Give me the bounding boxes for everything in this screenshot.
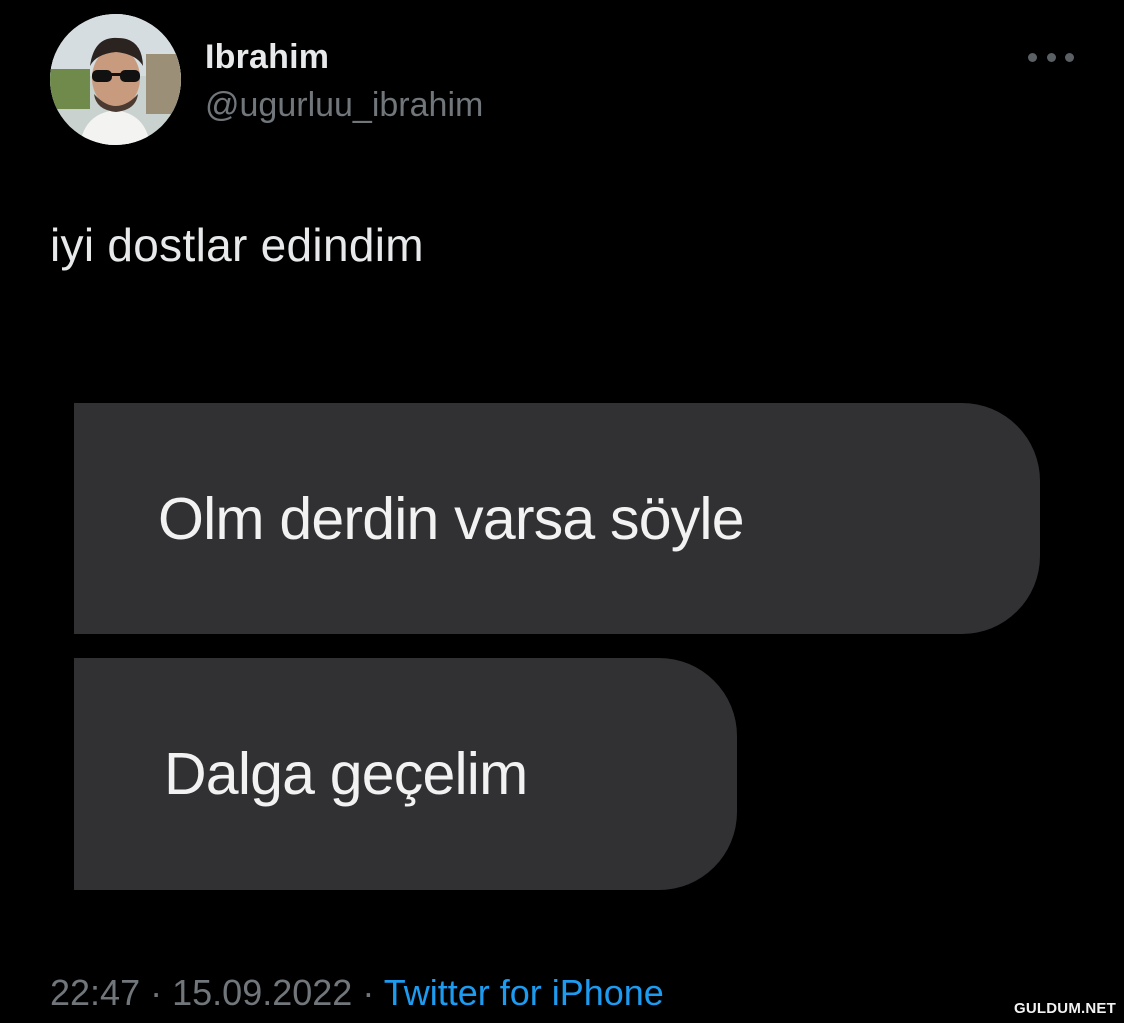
avatar-photo xyxy=(50,14,181,145)
tweet-date[interactable]: 15.09.2022 xyxy=(172,972,352,1013)
tweet-meta: 22:47 · 15.09.2022 · Twitter for iPhone xyxy=(50,972,664,1014)
tweet-time[interactable]: 22:47 xyxy=(50,972,140,1013)
watermark: GULDUM.NET xyxy=(1014,1000,1116,1017)
message-text: Olm derdin varsa söyle xyxy=(158,485,745,552)
tweet-text: iyi dostlar edindim xyxy=(50,219,424,271)
dot xyxy=(1065,52,1074,62)
tweet-media[interactable]: Olm derdin varsa söyle Dalga geçelim xyxy=(74,403,1040,893)
meta-separator: · xyxy=(362,972,375,1013)
more-horizontal-icon[interactable] xyxy=(1028,46,1074,68)
author-display-name[interactable]: Ibrahim xyxy=(205,38,329,77)
author-handle[interactable]: @ugurluu_ibrahim xyxy=(205,86,483,125)
message-bubble: Olm derdin varsa söyle xyxy=(74,403,1040,634)
dot xyxy=(1046,52,1056,62)
meta-separator: · xyxy=(150,972,163,1013)
message-bubble: Dalga geçelim xyxy=(74,658,737,890)
tweet-source-link[interactable]: Twitter for iPhone xyxy=(384,972,664,1013)
dot xyxy=(1028,52,1037,62)
message-text: Dalga geçelim xyxy=(164,741,528,807)
avatar[interactable] xyxy=(50,14,181,145)
